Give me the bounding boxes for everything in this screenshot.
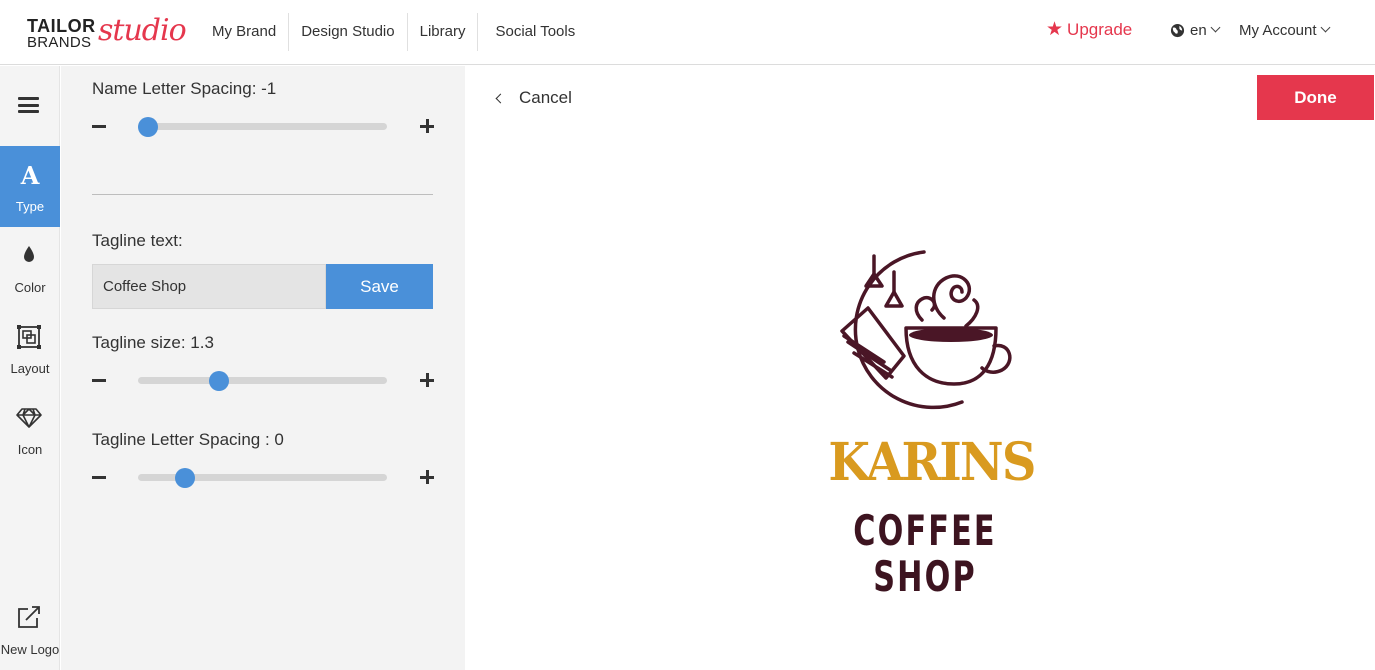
plus-icon[interactable] [420, 373, 434, 387]
upgrade-label: Upgrade [1067, 20, 1133, 39]
globe-icon [1170, 23, 1185, 38]
tagline-letter-spacing-label: Tagline Letter Spacing : 0 [92, 430, 284, 449]
rail-item-type[interactable]: A Type [0, 146, 60, 227]
tagline-text-input[interactable] [92, 264, 326, 309]
rail-item-label: Color [14, 280, 46, 295]
slider-thumb[interactable] [175, 468, 196, 488]
svg-text:A: A [20, 163, 40, 189]
slider-thumb[interactable] [208, 371, 229, 391]
section-divider [92, 194, 433, 195]
rail-item-icon[interactable]: Icon [0, 389, 60, 470]
rail-item-label: New Logo [0, 642, 60, 657]
minus-icon[interactable] [92, 379, 106, 382]
plus-icon[interactable] [420, 119, 434, 133]
rail-item-layout[interactable]: Layout [0, 308, 60, 389]
tagline-size-label: Tagline size: 1.3 [92, 333, 214, 352]
nav-design-studio[interactable]: Design Studio [288, 13, 406, 51]
top-bar: TAILOR BRANDS studio My Brand Design Stu… [0, 0, 1375, 65]
rail-item-label: Icon [17, 442, 43, 457]
tagline-letter-spacing-slider [92, 466, 434, 490]
slider-track[interactable] [137, 117, 387, 137]
brand-line-1: TAILOR [27, 16, 96, 36]
logo-business-name: KARINS [828, 432, 1036, 493]
rail-item-label: Type [15, 199, 45, 214]
cancel-label: Cancel [519, 88, 572, 107]
menu-toggle[interactable] [0, 66, 60, 147]
brand-line-2: BRANDS [27, 34, 92, 51]
minus-icon[interactable] [92, 125, 106, 128]
upgrade-link[interactable]: ★ Upgrade [1046, 20, 1132, 40]
type-icon: A [20, 163, 40, 189]
hamburger-icon [18, 97, 39, 113]
rail-item-color[interactable]: Color [0, 227, 60, 308]
nav-library[interactable]: Library [406, 13, 478, 51]
layout-icon [17, 325, 41, 349]
coffee-cup-logo-icon [840, 250, 1012, 410]
brand-script: studio [98, 13, 187, 48]
brand-logo[interactable]: TAILOR BRANDS studio [27, 13, 187, 53]
account-label: My Account [1239, 22, 1317, 39]
save-tagline-button[interactable]: Save [326, 264, 433, 309]
new-logo-button[interactable]: New Logo [0, 589, 60, 670]
share-icon [18, 606, 40, 628]
plus-icon[interactable] [420, 470, 434, 484]
slider-track[interactable] [138, 371, 387, 391]
nav-social-tools[interactable]: Social Tools [477, 13, 587, 51]
language-label: en [1190, 22, 1207, 39]
diamond-icon [16, 408, 42, 428]
star-icon: ★ [1046, 19, 1064, 40]
language-selector[interactable]: en [1170, 22, 1221, 39]
done-button[interactable]: Done [1257, 75, 1374, 120]
logo-tagline: COFFEE SHOP [853, 506, 997, 601]
slider-track[interactable] [138, 468, 387, 488]
chevron-down-icon [1210, 22, 1221, 33]
account-menu[interactable]: My Account [1239, 22, 1330, 39]
tool-rail: A Type Color Layout Icon New Logo [0, 66, 60, 670]
tagline-text-label: Tagline text: [92, 231, 183, 250]
main-nav: My Brand Design Studio Library Social To… [200, 13, 587, 51]
name-letter-spacing-slider [92, 115, 434, 139]
minus-icon[interactable] [92, 476, 106, 479]
cancel-button[interactable]: Cancel [494, 88, 572, 108]
rail-item-label: Layout [10, 361, 50, 376]
slider-thumb[interactable] [137, 117, 158, 137]
type-settings-panel: Name Letter Spacing: -1 Tagline text: Sa… [61, 66, 465, 670]
name-letter-spacing-label: Name Letter Spacing: -1 [92, 79, 277, 98]
tagline-size-slider [92, 369, 434, 393]
chevron-left-icon [495, 93, 506, 103]
chevron-down-icon [1320, 22, 1330, 33]
drop-icon [24, 246, 34, 262]
nav-my-brand[interactable]: My Brand [200, 13, 288, 51]
